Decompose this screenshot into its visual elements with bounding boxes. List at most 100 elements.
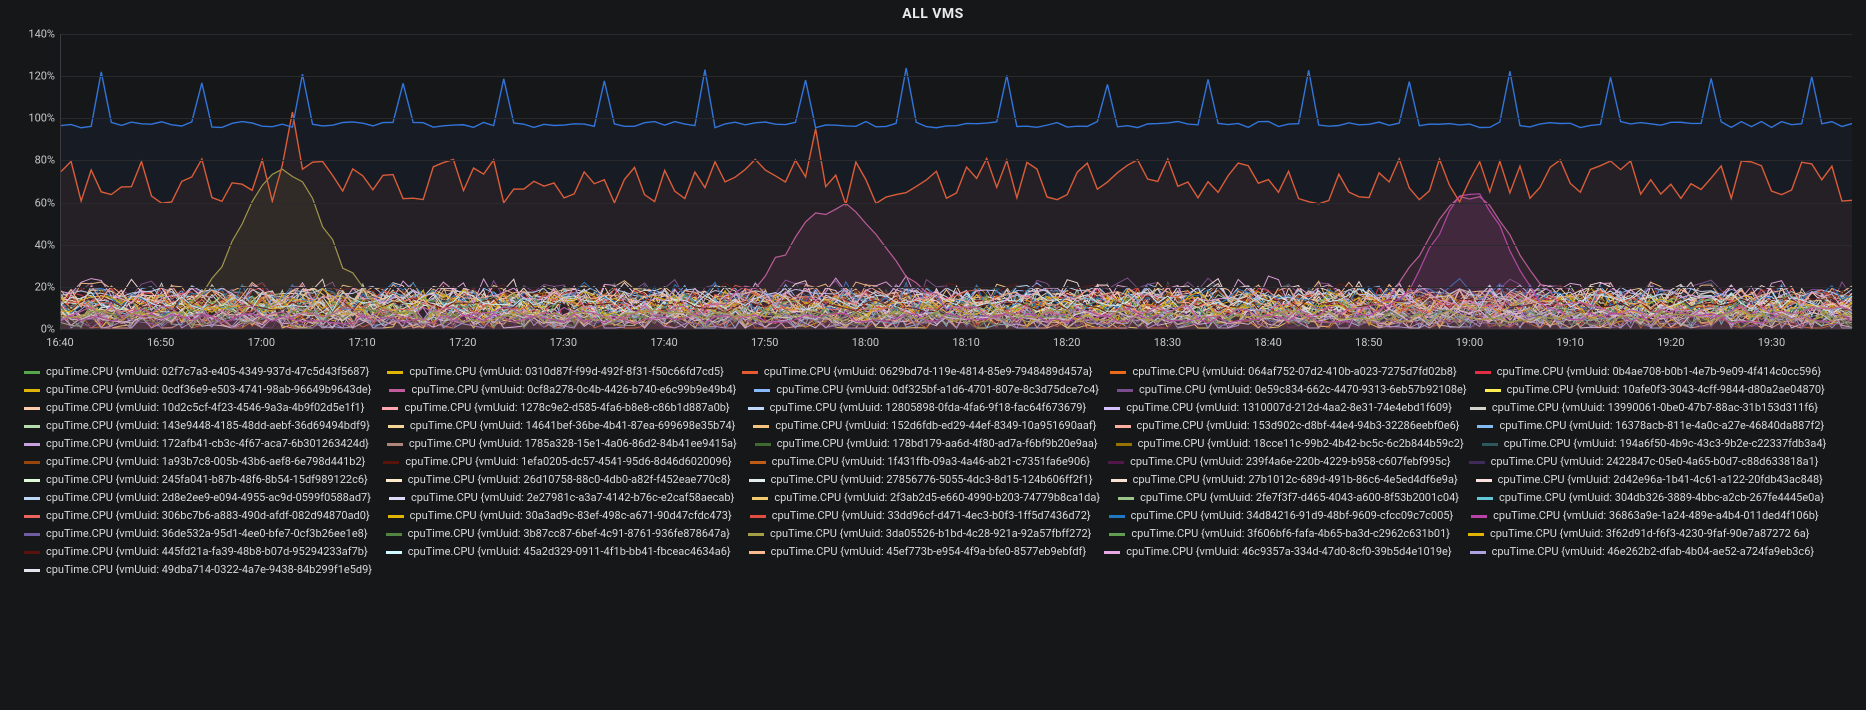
legend-swatch: [383, 461, 399, 464]
legend-item[interactable]: cpuTime.CPU {vmUuid: 33dd96cf-d471-4ec3-…: [750, 508, 1091, 524]
legend-swatch: [389, 389, 405, 392]
legend-swatch: [24, 515, 40, 518]
y-gridline: [61, 160, 1852, 161]
legend-item[interactable]: cpuTime.CPU {vmUuid: 0b4ae708-b0b1-4e7b-…: [1475, 364, 1822, 380]
legend-item[interactable]: cpuTime.CPU {vmUuid: 13990061-0be0-47b7-…: [1470, 400, 1818, 416]
legend-item[interactable]: cpuTime.CPU {vmUuid: 153d902c-d8bf-44e4-…: [1115, 418, 1460, 434]
legend-item[interactable]: cpuTime.CPU {vmUuid: 2fe7f3f7-d465-4043-…: [1118, 490, 1459, 506]
x-tick-label: 18:50: [1355, 336, 1382, 349]
legend-swatch: [748, 407, 764, 410]
x-tick-label: 18:40: [1254, 336, 1281, 349]
legend-item[interactable]: cpuTime.CPU {vmUuid: 12805898-0fda-4fa6-…: [748, 400, 1087, 416]
legend-item[interactable]: cpuTime.CPU {vmUuid: 0e59c834-662c-4470-…: [1117, 382, 1467, 398]
legend-item[interactable]: cpuTime.CPU {vmUuid: 2e27981c-a3a7-4142-…: [389, 490, 734, 506]
legend-item[interactable]: cpuTime.CPU {vmUuid: 27b1012c-689d-491b-…: [1111, 472, 1458, 488]
legend-label: cpuTime.CPU {vmUuid: 45ef773b-e954-4f9a-…: [771, 544, 1087, 560]
chart-lines-svg: [61, 34, 1852, 329]
y-tick-label: 100%: [28, 112, 55, 125]
legend-item[interactable]: cpuTime.CPU {vmUuid: 194a6f50-4b9c-43c3-…: [1482, 436, 1827, 452]
legend-item[interactable]: cpuTime.CPU {vmUuid: 36863a9e-1a24-489e-…: [1471, 508, 1818, 524]
legend-swatch: [24, 461, 40, 464]
legend-item[interactable]: cpuTime.CPU {vmUuid: 3f62d91d-f6f3-4230-…: [1468, 526, 1810, 542]
legend-item[interactable]: cpuTime.CPU {vmUuid: 49dba714-0322-4a7e-…: [24, 562, 372, 578]
legend-item[interactable]: cpuTime.CPU {vmUuid: 46c9357a-334d-47d0-…: [1104, 544, 1451, 560]
legend-item[interactable]: cpuTime.CPU {vmUuid: 16378acb-811e-4a0c-…: [1477, 418, 1824, 434]
legend-item[interactable]: cpuTime.CPU {vmUuid: 10afe0f3-3043-4cff-…: [1485, 382, 1825, 398]
legend-swatch: [1485, 389, 1501, 392]
legend-label: cpuTime.CPU {vmUuid: 304db326-3889-4bbc-…: [1499, 490, 1824, 506]
y-gridline: [61, 34, 1852, 35]
legend-item[interactable]: cpuTime.CPU {vmUuid: 3f606bf6-fafa-4b65-…: [1109, 526, 1450, 542]
legend-item[interactable]: cpuTime.CPU {vmUuid: 0cdf36e9-e503-4741-…: [24, 382, 371, 398]
legend-item[interactable]: cpuTime.CPU {vmUuid: 143e9448-4185-48dd-…: [24, 418, 370, 434]
legend-swatch: [1477, 425, 1493, 428]
legend-item[interactable]: cpuTime.CPU {vmUuid: 2f3ab2d5-e660-4990-…: [752, 490, 1100, 506]
legend-item[interactable]: cpuTime.CPU {vmUuid: 178bd179-aa6d-4f80-…: [755, 436, 1098, 452]
legend-swatch: [24, 551, 40, 554]
legend-swatch: [752, 497, 768, 500]
legend-item[interactable]: cpuTime.CPU {vmUuid: 45a2d329-0911-4f1b-…: [386, 544, 731, 560]
legend-item[interactable]: cpuTime.CPU {vmUuid: 0310d87f-f99d-492f-…: [387, 364, 723, 380]
x-axis: 16:4016:5017:0017:1017:2017:3017:4017:50…: [60, 336, 1852, 352]
legend-item[interactable]: cpuTime.CPU {vmUuid: 02f7c7a3-e405-4349-…: [24, 364, 369, 380]
legend-swatch: [24, 425, 40, 428]
legend-label: cpuTime.CPU {vmUuid: 10d2c5cf-4f23-4546-…: [46, 400, 364, 416]
legend-item[interactable]: cpuTime.CPU {vmUuid: 27856776-5055-4dc3-…: [749, 472, 1093, 488]
legend-item[interactable]: cpuTime.CPU {vmUuid: 306bc7b6-a883-490d-…: [24, 508, 370, 524]
legend-item[interactable]: cpuTime.CPU {vmUuid: 18cce11c-99b2-4b42-…: [1116, 436, 1464, 452]
x-tick-label: 17:20: [449, 336, 476, 349]
legend-item[interactable]: cpuTime.CPU {vmUuid: 172afb41-cb3c-4f67-…: [24, 436, 369, 452]
legend-swatch: [755, 443, 771, 446]
legend-swatch: [1111, 479, 1127, 482]
y-gridline: [61, 118, 1852, 119]
legend-label: cpuTime.CPU {vmUuid: 0cdf36e9-e503-4741-…: [46, 382, 371, 398]
legend-swatch: [1104, 551, 1120, 554]
legend-item[interactable]: cpuTime.CPU {vmUuid: 46e262b2-dfab-4b04-…: [1470, 544, 1814, 560]
legend-label: cpuTime.CPU {vmUuid: 153d902c-d8bf-44e4-…: [1137, 418, 1460, 434]
legend-item[interactable]: cpuTime.CPU {vmUuid: 34d84216-91d9-48bf-…: [1109, 508, 1454, 524]
legend-item[interactable]: cpuTime.CPU {vmUuid: 1f431ffb-09a3-4a46-…: [750, 454, 1090, 470]
legend-item[interactable]: cpuTime.CPU {vmUuid: 2d8e2ee9-e094-4955-…: [24, 490, 371, 506]
legend-item[interactable]: cpuTime.CPU {vmUuid: 0cf8a278-0c4b-4426-…: [389, 382, 736, 398]
legend-item[interactable]: cpuTime.CPU {vmUuid: 239f4a6e-220b-4229-…: [1108, 454, 1451, 470]
x-tick-label: 16:40: [46, 336, 73, 349]
legend-label: cpuTime.CPU {vmUuid: 3f606bf6-fafa-4b65-…: [1131, 526, 1450, 542]
y-gridline: [61, 76, 1852, 77]
chart-panel: ALL VMS 0%20%40%60%80%100%120%140% 16:40…: [0, 0, 1866, 596]
legend-label: cpuTime.CPU {vmUuid: 36de532a-95d1-4ee0-…: [46, 526, 368, 542]
legend-item[interactable]: cpuTime.CPU {vmUuid: 304db326-3889-4bbc-…: [1477, 490, 1824, 506]
legend-item[interactable]: cpuTime.CPU {vmUuid: 1785a328-15e1-4a06-…: [387, 436, 737, 452]
legend-item[interactable]: cpuTime.CPU {vmUuid: 2d42e96a-1b41-4c61-…: [1476, 472, 1823, 488]
plot-area[interactable]: 0%20%40%60%80%100%120%140%: [60, 34, 1852, 330]
legend-item[interactable]: cpuTime.CPU {vmUuid: 1efa0205-dc57-4541-…: [383, 454, 731, 470]
legend-label: cpuTime.CPU {vmUuid: 14641bef-36be-4b41-…: [410, 418, 735, 434]
legend-label: cpuTime.CPU {vmUuid: 30a3ad9c-83ef-498c-…: [410, 508, 732, 524]
x-tick-label: 16:50: [147, 336, 174, 349]
legend-item[interactable]: cpuTime.CPU {vmUuid: 445fd21a-fa39-48b8-…: [24, 544, 368, 560]
legend-item[interactable]: cpuTime.CPU {vmUuid: 10d2c5cf-4f23-4546-…: [24, 400, 364, 416]
legend-item[interactable]: cpuTime.CPU {vmUuid: 30a3ad9c-83ef-498c-…: [388, 508, 732, 524]
x-tick-label: 17:50: [751, 336, 778, 349]
legend-swatch: [750, 461, 766, 464]
legend-item[interactable]: cpuTime.CPU {vmUuid: 45ef773b-e954-4f9a-…: [749, 544, 1087, 560]
legend-label: cpuTime.CPU {vmUuid: 2422847c-05e0-4a65-…: [1491, 454, 1819, 470]
legend-item[interactable]: cpuTime.CPU {vmUuid: 26d10758-88c0-4db0-…: [386, 472, 731, 488]
legend-item[interactable]: cpuTime.CPU {vmUuid: 1a93b7c8-005b-43b6-…: [24, 454, 365, 470]
legend-item[interactable]: cpuTime.CPU {vmUuid: 3b87cc87-6bef-4c91-…: [386, 526, 730, 542]
legend-item[interactable]: cpuTime.CPU {vmUuid: 1310007d-212d-4aa2-…: [1104, 400, 1452, 416]
legend-item[interactable]: cpuTime.CPU {vmUuid: 0629bd7d-119e-4814-…: [742, 364, 1093, 380]
legend-item[interactable]: cpuTime.CPU {vmUuid: 064af752-07d2-410b-…: [1110, 364, 1456, 380]
chart-area[interactable]: 0%20%40%60%80%100%120%140% 16:4016:5017:…: [0, 24, 1866, 358]
legend-item[interactable]: cpuTime.CPU {vmUuid: 152d6fdb-ed29-44ef-…: [753, 418, 1096, 434]
legend-item[interactable]: cpuTime.CPU {vmUuid: 2422847c-05e0-4a65-…: [1469, 454, 1819, 470]
legend-item[interactable]: cpuTime.CPU {vmUuid: 0df325bf-a1d6-4701-…: [754, 382, 1099, 398]
legend-swatch: [742, 371, 758, 374]
legend-item[interactable]: cpuTime.CPU {vmUuid: 36de532a-95d1-4ee0-…: [24, 526, 368, 542]
legend-item[interactable]: cpuTime.CPU {vmUuid: 3da05526-b1bd-4c28-…: [748, 526, 1091, 542]
legend-swatch: [389, 497, 405, 500]
legend-item[interactable]: cpuTime.CPU {vmUuid: 14641bef-36be-4b41-…: [388, 418, 735, 434]
legend-item[interactable]: cpuTime.CPU {vmUuid: 245fa041-b87b-48f6-…: [24, 472, 368, 488]
legend-item[interactable]: cpuTime.CPU {vmUuid: 1278c9e2-d585-4fa6-…: [382, 400, 729, 416]
legend-label: cpuTime.CPU {vmUuid: 0cf8a278-0c4b-4426-…: [411, 382, 736, 398]
legend-label: cpuTime.CPU {vmUuid: 0df325bf-a1d6-4701-…: [776, 382, 1099, 398]
